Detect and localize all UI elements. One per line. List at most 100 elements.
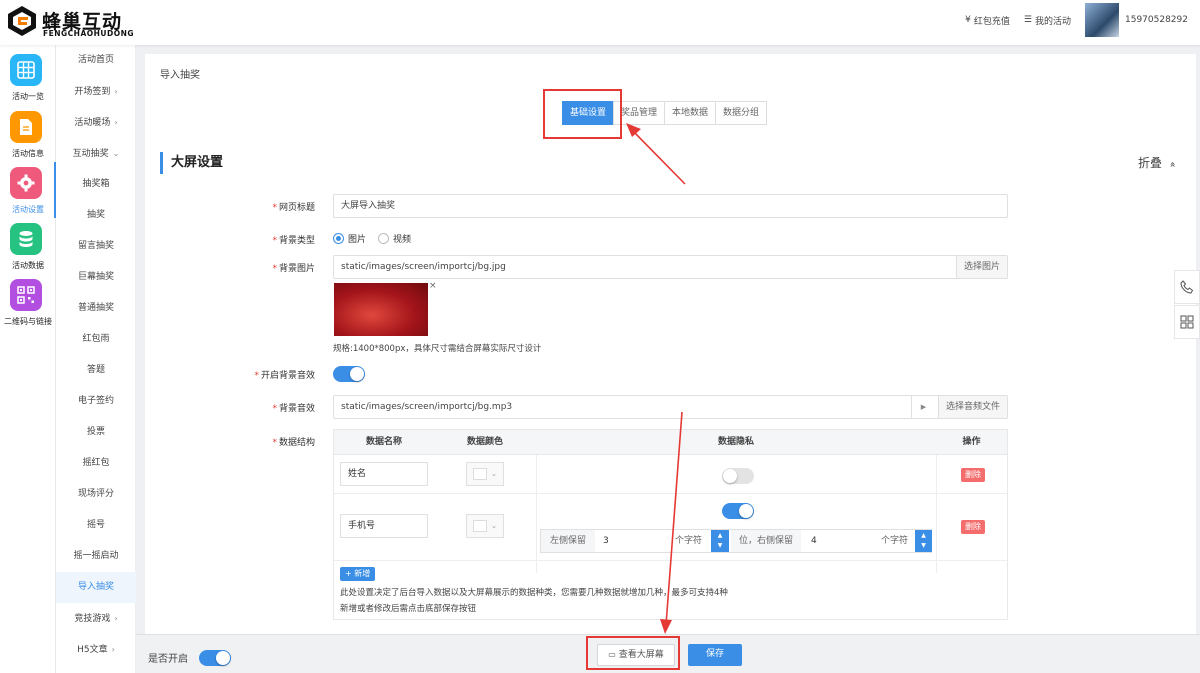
- qrcode-float-button[interactable]: [1174, 305, 1200, 339]
- subnav-item[interactable]: 红包雨: [56, 324, 136, 355]
- subnav-item[interactable]: 活动首页: [56, 45, 136, 76]
- subnav-label: 电子签约: [77, 396, 114, 406]
- avatar[interactable]: [1085, 3, 1119, 37]
- gear-icon: [10, 167, 42, 199]
- data-name-input[interactable]: 姓名: [340, 462, 428, 486]
- bg-image-hint: 规格:1400*800px，具体尺寸需结合屏幕实际尺寸设计: [333, 344, 542, 354]
- subnav-label: 答题: [86, 365, 105, 375]
- nav-label: 二维码与链接: [4, 317, 52, 326]
- unit-label: 个字符: [675, 536, 703, 546]
- right-keep-stepper[interactable]: ▲ ▼: [915, 530, 932, 552]
- bg-image-path: static/images/screen/importcj/bg.jpg: [341, 262, 506, 272]
- delete-button[interactable]: 删除: [961, 468, 985, 482]
- radio-image[interactable]: 图片: [333, 232, 366, 245]
- chevron-right-icon: ›: [114, 614, 118, 623]
- subnav-item[interactable]: 巨幕抽奖: [56, 262, 136, 293]
- tab-data-groups[interactable]: 数据分组: [715, 101, 768, 125]
- select-image-button[interactable]: 选择图片: [955, 256, 1007, 278]
- subnav-item[interactable]: 抽奖箱: [56, 169, 136, 200]
- title-input[interactable]: 大屏导入抽奖: [333, 194, 1008, 218]
- color-picker[interactable]: ⌄: [466, 514, 504, 538]
- col-header-color: 数据颜色: [466, 437, 503, 447]
- subnav-label: 红包雨: [82, 334, 110, 344]
- phone-float-button[interactable]: [1174, 270, 1200, 304]
- my-activities-link[interactable]: ☰ 我的活动: [1024, 14, 1071, 27]
- data-name-input[interactable]: 手机号: [340, 514, 428, 538]
- enable-toggle[interactable]: [199, 650, 231, 666]
- subnav-item[interactable]: 抽奖: [56, 200, 136, 231]
- subnav-label: 活动首页: [77, 55, 114, 65]
- subnav-item-active[interactable]: 导入抽奖: [56, 572, 136, 603]
- brand-logo[interactable]: 蜂巢互动 FENGCHAOHUDONG: [6, 5, 136, 39]
- left-keep-stepper[interactable]: ▲ ▼: [711, 530, 729, 552]
- subnav-item[interactable]: 现场评分: [56, 479, 136, 510]
- recharge-link[interactable]: ¥ 红包充值: [965, 14, 1010, 27]
- subnav-item[interactable]: 摇一摇启动: [56, 541, 136, 572]
- radio-video[interactable]: 视频: [378, 232, 411, 245]
- subnav-item[interactable]: 活动暖场 ›: [56, 107, 136, 138]
- nav-label: 活动一览: [12, 92, 44, 101]
- subnav-item[interactable]: 竞技游戏 ›: [56, 603, 136, 634]
- user-menu[interactable]: 15970528292: [1085, 3, 1188, 37]
- subnav-item[interactable]: 摇号: [56, 510, 136, 541]
- add-row-button[interactable]: + 新增: [340, 567, 376, 581]
- save-button[interactable]: 保存: [688, 644, 742, 666]
- bg-sound-toggle[interactable]: [333, 366, 365, 382]
- nav-item-settings[interactable]: 活动设置: [0, 162, 56, 218]
- col-header-name: 数据名称: [365, 437, 402, 447]
- brand-name-en: FENGCHAOHUDONG: [43, 29, 135, 38]
- left-keep-input[interactable]: 3: [603, 530, 609, 552]
- subnav-item[interactable]: 投票: [56, 417, 136, 448]
- fold-toggle[interactable]: 折叠 »: [1138, 154, 1179, 171]
- nav-item-data[interactable]: 活动数据: [0, 218, 56, 274]
- select-audio-button[interactable]: 选择音频文件: [937, 396, 1007, 418]
- chevron-right-icon: ›: [114, 118, 118, 127]
- subnav-item[interactable]: 答题: [56, 355, 136, 386]
- subnav-item[interactable]: 摇红包: [56, 448, 136, 479]
- col-divider: [936, 455, 937, 573]
- right-keep-label: 位，右侧保留: [731, 530, 801, 552]
- privacy-toggle[interactable]: [722, 468, 754, 484]
- nav-item-overview[interactable]: 活动一览: [0, 49, 56, 105]
- subnav-label: 巨幕抽奖: [77, 272, 114, 282]
- toggle-knob: [739, 504, 753, 518]
- username: 15970528292: [1125, 15, 1188, 25]
- play-icon[interactable]: ▶: [911, 396, 935, 418]
- yuan-icon: ¥: [965, 15, 971, 25]
- subnav-item[interactable]: H5文章 ›: [56, 634, 136, 665]
- bg-sound-switch-label: * 开启背景音效: [254, 371, 315, 381]
- sub-nav: 活动首页 开场签到 › 活动暖场 › 互动抽奖 ⌄ 抽奖箱 抽奖 留言抽奖 巨幕抽奖 …: [56, 45, 136, 673]
- color-picker[interactable]: ⌄: [466, 462, 504, 486]
- toggle-knob: [723, 469, 737, 483]
- radio-label: 图片: [348, 235, 367, 245]
- document-icon: [10, 111, 42, 143]
- subnav-label: 开场签到: [74, 87, 111, 97]
- bg-sound-input[interactable]: static/images/screen/importcj/bg.mp3 ▶ 选…: [333, 395, 1008, 419]
- nav-item-qrcode[interactable]: 二维码与链接: [0, 274, 56, 330]
- subnav-label: 留言抽奖: [77, 241, 114, 251]
- subnav-item[interactable]: 开场签到 ›: [56, 76, 136, 107]
- subnav-item[interactable]: 留言抽奖: [56, 231, 136, 262]
- chevron-up-icon: »: [1167, 161, 1179, 168]
- bg-image-label: * 背景图片: [272, 264, 315, 274]
- row-divider: [334, 493, 1007, 494]
- close-icon[interactable]: ×: [429, 281, 437, 291]
- bg-image-input[interactable]: static/images/screen/importcj/bg.jpg 选择图…: [333, 255, 1008, 279]
- delete-button[interactable]: 删除: [961, 520, 985, 534]
- bg-image-preview: [334, 283, 428, 336]
- subnav-item[interactable]: 互动抽奖 ⌄: [56, 138, 136, 169]
- qrcode-icon: [1180, 315, 1194, 329]
- table-note: 此处设置决定了后台导入数据以及大屏幕展示的数据种类，您需要几种数据就增加几种，最…: [340, 588, 728, 598]
- subnav-label: 导入抽奖: [77, 582, 114, 592]
- tab-local-data[interactable]: 本地数据: [664, 101, 717, 125]
- radio-checked-icon: [333, 233, 344, 244]
- highlight-box-view-screen: [586, 636, 680, 670]
- data-structure-table: 数据名称 数据颜色 数据隐私 操作 姓名 ⌄ 删除 手机号 ⌄ 左侧保留 3 个…: [333, 429, 1008, 620]
- right-keep-input[interactable]: 4: [811, 530, 817, 552]
- subnav-item[interactable]: 电子签约: [56, 386, 136, 417]
- list-icon: ☰: [1023, 15, 1032, 25]
- privacy-toggle[interactable]: [722, 503, 754, 519]
- subnav-label: 活动暖场: [74, 118, 111, 128]
- subnav-item[interactable]: 普通抽奖: [56, 293, 136, 324]
- nav-item-info[interactable]: 活动信息: [0, 106, 56, 162]
